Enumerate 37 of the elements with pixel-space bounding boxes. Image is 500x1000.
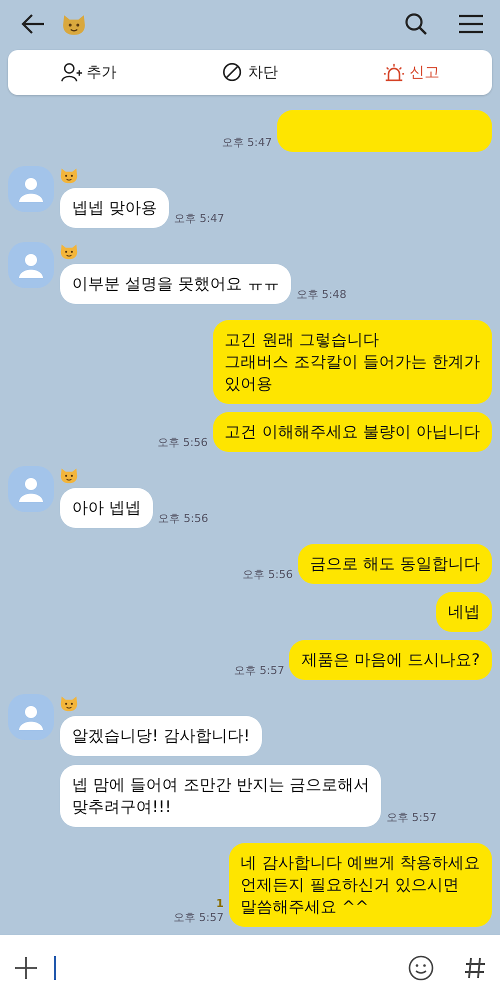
block-icon [222, 62, 244, 84]
menu-icon[interactable] [458, 13, 484, 35]
message-bubble: 넵넵 맞아용 [60, 188, 170, 228]
message-bubble: 알겠습니당! 감사합니다! [60, 716, 262, 756]
timestamp: 오후 5:47 [220, 134, 273, 150]
message-bubble: 아아 넵넵 [60, 488, 154, 528]
timestamp: 오후 5:57 [385, 810, 438, 826]
timestamp: 오후 5:56 [156, 434, 209, 450]
siren-icon [383, 62, 406, 84]
message-bubble: 금으로 해도 동일합니다 [298, 544, 492, 584]
message-bubble: 제품은 마음에 드시나요? [289, 640, 492, 680]
report-button[interactable]: 신고 [375, 57, 448, 88]
timestamp: 오후 5:56 [157, 510, 210, 526]
search-icon[interactable] [404, 12, 428, 36]
plus-icon[interactable] [14, 956, 38, 980]
message-bubble: 고건 이해해주세요 불량이 아닙니다 [212, 412, 492, 452]
message-bubble: 네 감사합니다 예쁘게 착용하세요 언제든지 필요하신거 있으시면 말씀해주세요 ^^ [228, 843, 492, 927]
message-bubble: 넵 맘에 들어여 조만간 반지는 금으로해서 맞추려구여!!! [60, 765, 382, 827]
cat-face-icon [60, 242, 78, 260]
message-bubble: 고긴 원래 그렇습니다 그래버스 조각칼이 들어가는 한계가 있어용 [212, 320, 492, 404]
cat-face-icon [60, 694, 78, 712]
add-button[interactable]: 추가 [52, 57, 125, 88]
cat-face-icon [60, 466, 78, 484]
timestamp: 오후 5:47 [173, 210, 226, 226]
cat-face-icon [60, 166, 78, 184]
block-button[interactable]: 차단 [214, 57, 286, 88]
hashtag-icon[interactable] [464, 956, 486, 980]
message-bubble: 네넵 [436, 592, 492, 632]
timestamp: 오후 5:57 [172, 910, 225, 926]
timestamp: 오후 5:57 [233, 662, 286, 678]
timestamp: 오후 5:48 [295, 286, 348, 302]
unread-count: 1 [215, 898, 225, 910]
emoji-icon[interactable] [408, 954, 434, 980]
message-bubble: 이부분 설명을 못했어요 ㅠㅠ [60, 264, 292, 304]
add-friend-icon [60, 62, 83, 84]
timestamp: 오후 5:56 [242, 566, 294, 582]
back-icon[interactable] [20, 13, 46, 35]
